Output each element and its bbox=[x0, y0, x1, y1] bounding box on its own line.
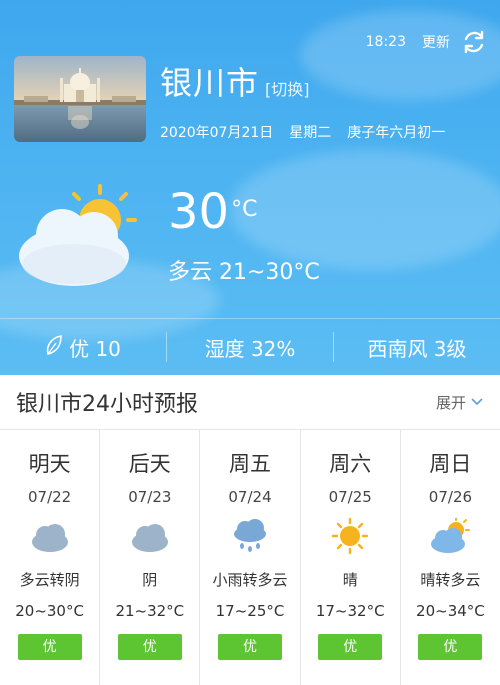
forecast-title: 银川市24小时预报 bbox=[16, 392, 198, 417]
forecast-day[interactable]: 后天 07/23 阴 21~32°C 优 bbox=[100, 430, 201, 685]
aqi-badge: 优 bbox=[117, 634, 182, 660]
day-name: 周五 bbox=[229, 452, 271, 476]
aqi-badge: 优 bbox=[218, 634, 282, 660]
forecast-day[interactable]: 周日 07/26 晴转多云 20~34°C 优 bbox=[401, 430, 500, 685]
sky-cloud-decoration bbox=[230, 150, 500, 270]
wind-text: 西南风 3级 bbox=[367, 336, 467, 361]
city-photo bbox=[14, 56, 146, 142]
date-text: 2020年07月21日 bbox=[160, 125, 274, 141]
day-date: 07/26 bbox=[428, 488, 473, 506]
refresh-label[interactable]: 更新 bbox=[422, 32, 450, 52]
day-temperature: 21~32°C bbox=[115, 602, 185, 620]
day-name: 后天 bbox=[128, 452, 171, 476]
day-temperature: 20~34°C bbox=[416, 602, 485, 620]
forecast-day[interactable]: 周五 07/24 小雨转多云 17~25°C 优 bbox=[200, 430, 301, 685]
forecast-header: 银川市24小时预报 展开 bbox=[0, 375, 500, 430]
weather-hero: 18:23 更新 银川市 [切换] 2020年07月21日 星期二 庚子年六月初… bbox=[0, 0, 500, 375]
day-condition: 阴 bbox=[142, 571, 158, 589]
forecast-day[interactable]: 明天 07/22 多云转阴 20~30°C 优 bbox=[0, 430, 101, 685]
aqi-badge: 优 bbox=[17, 634, 82, 660]
top-bar: 18:23 更新 bbox=[366, 28, 488, 56]
aqi-text: 优 10 bbox=[69, 336, 121, 361]
aqi-badge: 优 bbox=[318, 634, 383, 660]
city-name: 银川市 bbox=[160, 64, 260, 102]
day-temperature: 17~32°C bbox=[315, 602, 385, 620]
current-temperature: 30°C bbox=[168, 188, 257, 236]
day-name: 周日 bbox=[429, 452, 472, 476]
humidity-text: 湿度 32% bbox=[204, 336, 296, 361]
day-temperature: 17~25°C bbox=[215, 602, 285, 620]
switch-city-link[interactable]: [切换] bbox=[265, 76, 310, 100]
partly-cloudy-icon bbox=[14, 180, 149, 290]
current-temp-value: 30 bbox=[168, 184, 230, 240]
date-line: 2020年07月21日 星期二 庚子年六月初一 bbox=[160, 122, 445, 142]
day-name: 明天 bbox=[28, 452, 71, 476]
day-date: 07/23 bbox=[128, 488, 172, 506]
day-condition: 晴 bbox=[342, 571, 358, 589]
update-time: 18:23 bbox=[365, 34, 406, 50]
day-temperature: 20~30°C bbox=[15, 602, 84, 620]
forecast-day[interactable]: 周六 07/25 晴 17~32°C 优 bbox=[301, 430, 401, 685]
day-date: 07/22 bbox=[27, 488, 72, 506]
current-condition: 多云 21~30°C bbox=[168, 260, 320, 285]
wind-stat: 西南风 3级 bbox=[334, 333, 500, 362]
day-date: 07/24 bbox=[228, 488, 272, 506]
light-rain-icon bbox=[228, 518, 272, 554]
cloudy-icon bbox=[28, 518, 72, 554]
cloudy-icon bbox=[128, 518, 172, 554]
aqi-badge: 优 bbox=[418, 634, 483, 660]
leaf-icon bbox=[45, 334, 63, 361]
weekday-text: 星期二 bbox=[289, 125, 332, 141]
lunar-date-text: 庚子年六月初一 bbox=[347, 125, 446, 141]
partly-cloudy-icon bbox=[428, 517, 472, 554]
refresh-icon[interactable] bbox=[460, 28, 488, 56]
day-date: 07/25 bbox=[328, 488, 372, 506]
humidity-stat: 湿度 32% bbox=[167, 333, 333, 362]
stats-bar: 优 10 湿度 32% 西南风 3级 bbox=[0, 318, 500, 375]
expand-label: 展开 bbox=[435, 393, 466, 412]
temp-unit: °C bbox=[231, 197, 258, 222]
forecast-days: 明天 07/22 多云转阴 20~30°C 优 后天 07/23 阴 21~32… bbox=[0, 430, 500, 685]
sunny-icon bbox=[328, 517, 372, 555]
day-condition: 晴转多云 bbox=[420, 571, 481, 589]
aqi-stat: 优 10 bbox=[0, 333, 166, 362]
chevron-down-icon bbox=[470, 393, 484, 411]
expand-button[interactable]: 展开 bbox=[436, 392, 484, 413]
day-name: 周六 bbox=[329, 452, 372, 476]
day-condition: 小雨转多云 bbox=[212, 571, 288, 589]
day-condition: 多云转阴 bbox=[19, 571, 80, 589]
